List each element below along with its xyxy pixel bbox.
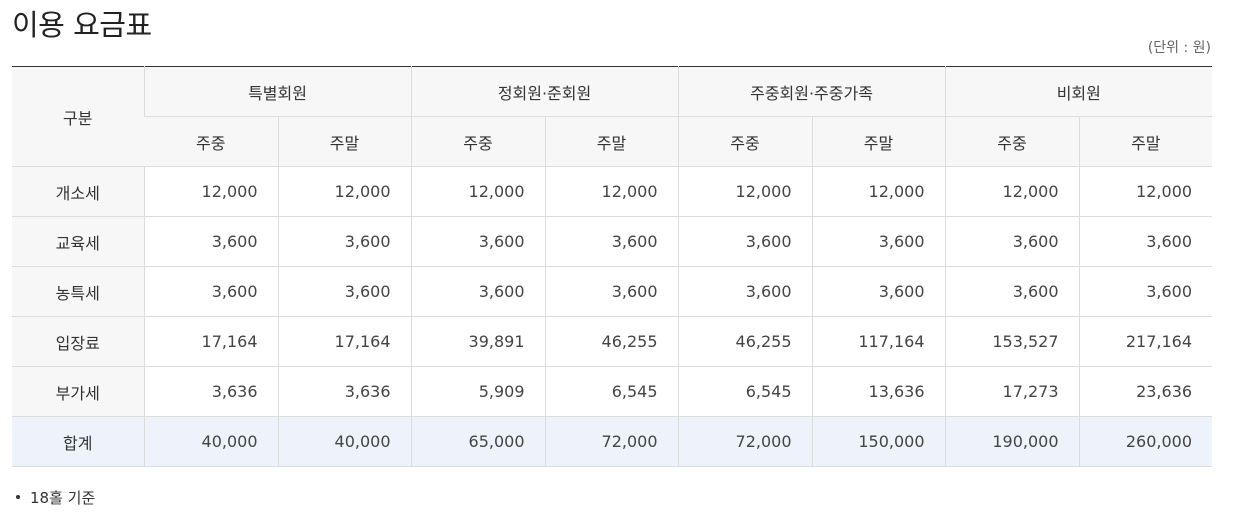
table-cell: 40,000 bbox=[277, 416, 412, 467]
table-cell: 12,000 bbox=[544, 166, 679, 217]
unit-note: (단위 : 원) bbox=[1147, 40, 1211, 56]
bullet-icon bbox=[16, 494, 20, 499]
table-cell: 17,164 bbox=[277, 316, 412, 367]
row-label: 교육세 bbox=[12, 216, 144, 267]
table-cell: 6,545 bbox=[677, 366, 813, 417]
sub-header: 주중 bbox=[677, 116, 813, 167]
table-cell: 23,636 bbox=[1078, 366, 1213, 417]
table-cell: 3,600 bbox=[811, 266, 946, 317]
table-cell: 3,636 bbox=[277, 366, 412, 417]
table-cell: 3,600 bbox=[143, 266, 278, 317]
table-cell: 3,600 bbox=[677, 216, 813, 267]
sub-header: 주중 bbox=[944, 116, 1080, 167]
table-cell: 12,000 bbox=[811, 166, 946, 217]
table-row: 농특세 3,600 3,600 3,600 3,600 3,600 3,600 … bbox=[12, 266, 1213, 317]
group-header-row: 구분 특별회원 정회원·준회원 주중회원·주중가족 비회원 bbox=[12, 66, 1213, 167]
table-cell: 12,000 bbox=[1078, 166, 1213, 217]
sub-header: 주말 bbox=[1078, 116, 1213, 167]
table-cell: 3,600 bbox=[1078, 266, 1213, 317]
table-cell: 12,000 bbox=[277, 166, 412, 217]
row-label: 개소세 bbox=[12, 166, 144, 217]
row-label: 부가세 bbox=[12, 366, 144, 417]
table-cell: 3,636 bbox=[143, 366, 278, 417]
table-cell: 5,909 bbox=[410, 366, 546, 417]
table-cell: 17,273 bbox=[944, 366, 1080, 417]
table-cell: 217,164 bbox=[1078, 316, 1213, 367]
table-cell: 40,000 bbox=[143, 416, 278, 467]
page-title: 이용 요금표 bbox=[12, 8, 152, 42]
footnote-text: 18홀 기준 bbox=[30, 489, 96, 507]
table-cell: 117,164 bbox=[811, 316, 946, 367]
table-cell: 12,000 bbox=[410, 166, 546, 217]
sub-header: 주말 bbox=[544, 116, 679, 167]
table-cell: 3,600 bbox=[677, 266, 813, 317]
table-cell: 12,000 bbox=[143, 166, 278, 217]
sub-header-row: 주중 주말 주중 주말 주중 주말 주중 주말 bbox=[12, 116, 1213, 167]
row-label: 합계 bbox=[12, 416, 144, 467]
table-cell: 3,600 bbox=[944, 216, 1080, 267]
sub-header: 주중 bbox=[144, 116, 278, 167]
table-cell: 3,600 bbox=[277, 266, 412, 317]
group-header-regular: 정회원·준회원 bbox=[410, 66, 679, 117]
group-header-weekday: 주중회원·주중가족 bbox=[677, 66, 946, 117]
table-cell: 3,600 bbox=[544, 266, 679, 317]
table-cell: 3,600 bbox=[544, 216, 679, 267]
table-cell: 3,600 bbox=[410, 216, 546, 267]
sub-header: 주말 bbox=[277, 116, 412, 167]
table-row: 개소세 12,000 12,000 12,000 12,000 12,000 1… bbox=[12, 166, 1213, 217]
sub-header: 주중 bbox=[410, 116, 546, 167]
table-row: 교육세 3,600 3,600 3,600 3,600 3,600 3,600 … bbox=[12, 216, 1213, 267]
footnote: 18홀 기준 bbox=[16, 487, 95, 508]
table-cell: 12,000 bbox=[944, 166, 1080, 217]
table-cell: 3,600 bbox=[277, 216, 412, 267]
table-cell: 46,255 bbox=[544, 316, 679, 367]
table-cell: 153,527 bbox=[944, 316, 1080, 367]
fee-table: 구분 특별회원 정회원·준회원 주중회원·주중가족 비회원 주중 주말 주중 주… bbox=[12, 66, 1213, 467]
table-cell: 3,600 bbox=[410, 266, 546, 317]
table-cell: 13,636 bbox=[811, 366, 946, 417]
group-header-special: 특별회원 bbox=[143, 66, 412, 117]
table-cell: 190,000 bbox=[944, 416, 1080, 467]
table-row: 입장료 17,164 17,164 39,891 46,255 46,255 1… bbox=[12, 316, 1213, 367]
table-row: 부가세 3,636 3,636 5,909 6,545 6,545 13,636… bbox=[12, 366, 1213, 417]
table-cell: 260,000 bbox=[1078, 416, 1213, 467]
group-header-nonmember: 비회원 bbox=[944, 66, 1213, 117]
table-cell: 65,000 bbox=[410, 416, 546, 467]
table-cell: 17,164 bbox=[143, 316, 278, 367]
row-label: 입장료 bbox=[12, 316, 144, 367]
table-cell: 3,600 bbox=[143, 216, 278, 267]
table-cell: 6,545 bbox=[544, 366, 679, 417]
table-cell: 150,000 bbox=[811, 416, 946, 467]
sub-header: 주말 bbox=[811, 116, 946, 167]
table-cell: 39,891 bbox=[410, 316, 546, 367]
table-cell: 3,600 bbox=[1078, 216, 1213, 267]
table-cell: 72,000 bbox=[544, 416, 679, 467]
table-cell: 3,600 bbox=[811, 216, 946, 267]
row-label: 농특세 bbox=[12, 266, 144, 317]
table-cell: 46,255 bbox=[677, 316, 813, 367]
total-row: 합계 40,000 40,000 65,000 72,000 72,000 15… bbox=[12, 416, 1213, 467]
table-cell: 72,000 bbox=[677, 416, 813, 467]
table-cell: 12,000 bbox=[677, 166, 813, 217]
corner-header: 구분 bbox=[12, 66, 144, 167]
table-cell: 3,600 bbox=[944, 266, 1080, 317]
